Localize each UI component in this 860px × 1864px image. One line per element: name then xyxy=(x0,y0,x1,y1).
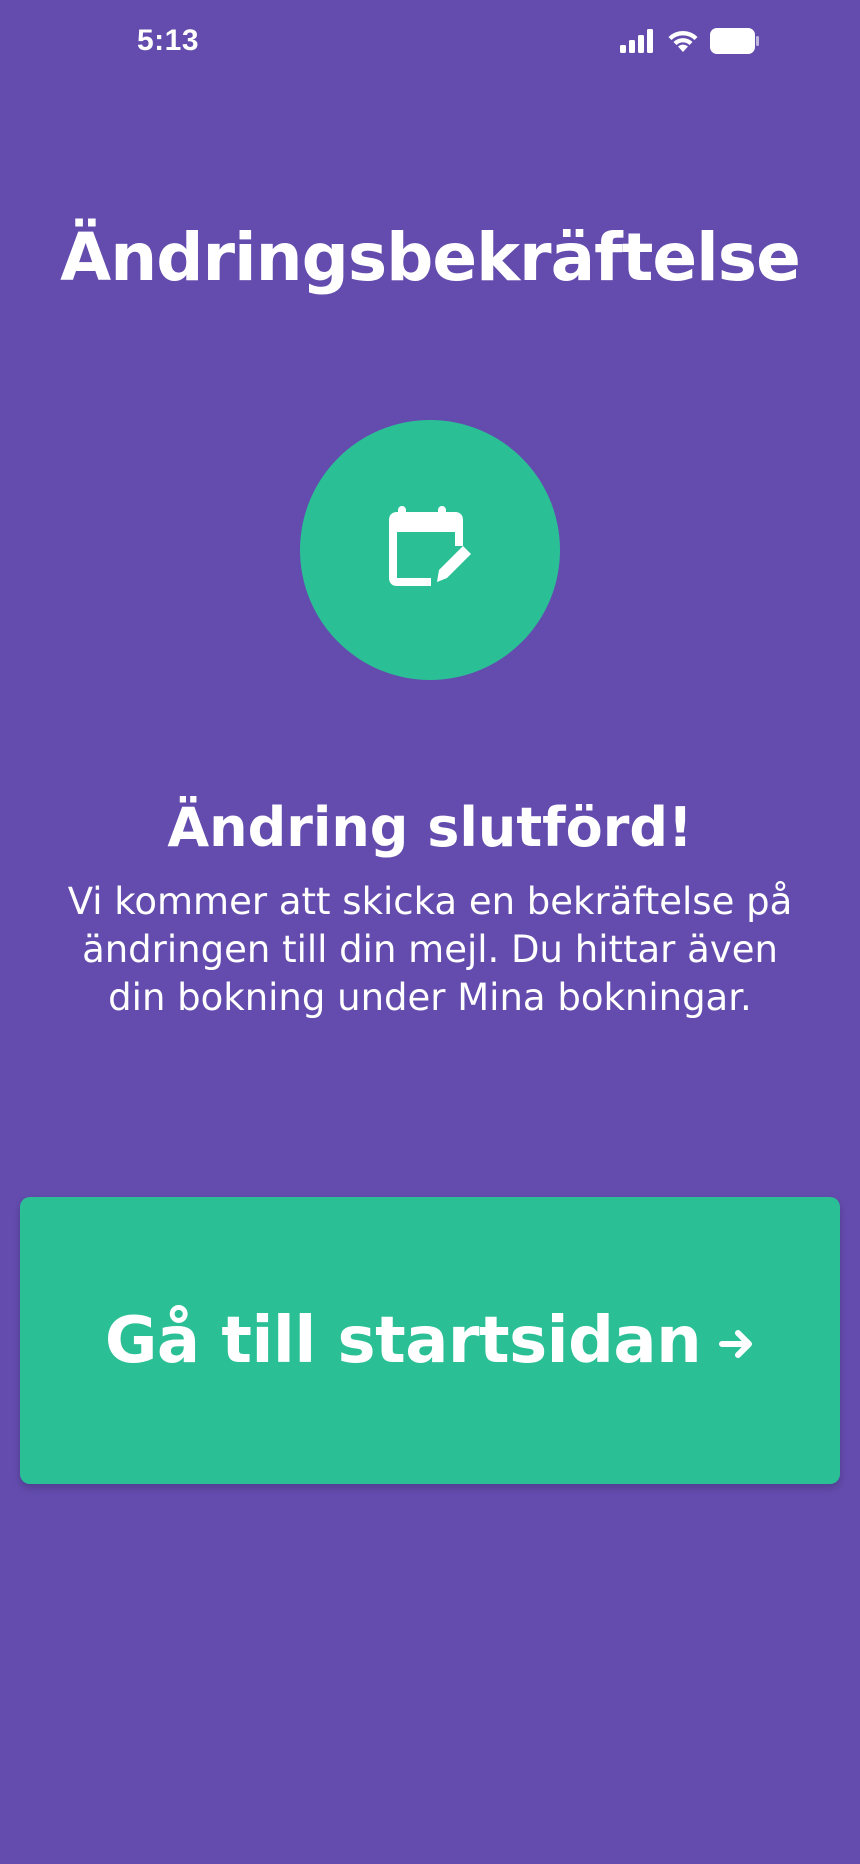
go-to-start-label: Gå till startsidan xyxy=(104,1303,702,1378)
status-bar: 5:13 xyxy=(0,0,860,90)
status-icons xyxy=(620,28,760,58)
status-time: 5:13 xyxy=(137,24,200,57)
go-to-start-button[interactable]: Gå till startsidan xyxy=(20,1197,840,1484)
success-message: Vi kommer att skicka en bekräftelse på ä… xyxy=(67,880,793,1019)
calendar-edit-icon xyxy=(389,506,471,594)
wifi-icon xyxy=(666,28,700,58)
page-title: Ändringsbekräftelse xyxy=(60,219,801,296)
battery-icon xyxy=(710,28,760,58)
arrow-right-icon xyxy=(719,1327,755,1364)
signal-icon xyxy=(620,29,656,57)
confirmation-hero xyxy=(300,420,560,680)
success-heading: Ändring slutförd! xyxy=(167,796,693,859)
